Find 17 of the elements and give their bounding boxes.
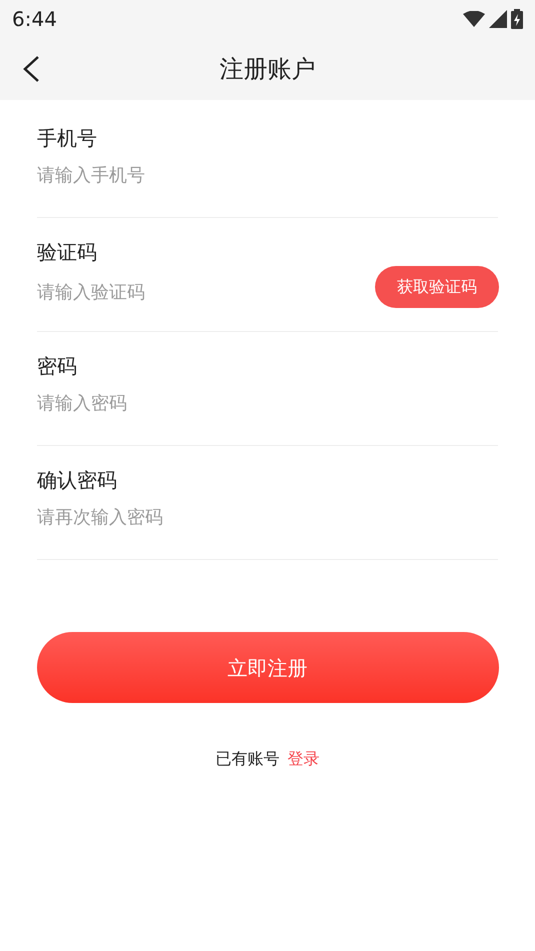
wifi-icon xyxy=(463,11,485,27)
status-time: 6:44 xyxy=(12,6,57,33)
battery-icon xyxy=(511,9,523,29)
get-code-button[interactable]: 获取验证码 xyxy=(375,266,499,308)
account-prompt: 已有账号 xyxy=(216,748,280,770)
field-label: 密码 xyxy=(37,354,78,378)
field-label: 验证码 xyxy=(37,240,98,264)
signal-icon xyxy=(489,10,507,28)
input-field[interactable]: 请输入密码 xyxy=(37,390,498,417)
input-field[interactable]: 请输入验证码 xyxy=(37,278,375,306)
input-field[interactable]: 请再次输入密码 xyxy=(37,504,498,531)
field-label: 手机号 xyxy=(37,126,98,150)
login-link[interactable]: 登录 xyxy=(288,747,320,771)
register-button[interactable]: 立即注册 xyxy=(36,632,498,703)
input-field[interactable]: 请输入手机号 xyxy=(37,162,498,189)
field-label: 确认密码 xyxy=(37,468,118,492)
page-title: 注册账户 xyxy=(220,54,316,85)
